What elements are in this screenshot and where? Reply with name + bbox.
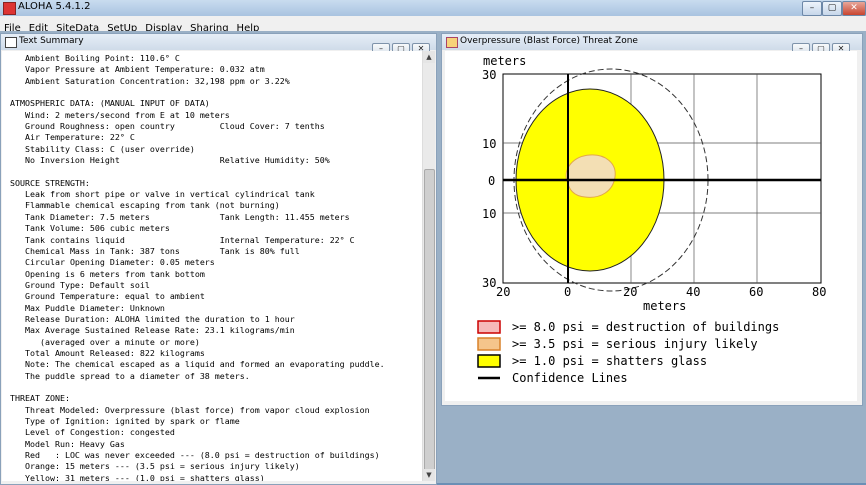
- summary-line: The puddle spread to a diameter of 38 me…: [10, 370, 250, 381]
- text-summary-content: Ambient Boiling Point: 110.6° C Vapor Pr…: [2, 51, 422, 481]
- y-unit-label: meters: [483, 54, 526, 68]
- app-titlebar: ALOHA 5.4.1.2 – ▢ ✕: [0, 0, 866, 16]
- app-title: ALOHA 5.4.1.2: [18, 1, 91, 12]
- y-tick-10-bottom: 10: [482, 207, 496, 221]
- summary-line: Note: The chemical escaped as a liquid a…: [10, 359, 385, 370]
- x-tick-20: 20: [623, 285, 637, 299]
- text-summary-text: Ambient Boiling Point: 110.6° C Vapor Pr…: [2, 51, 422, 481]
- legend-label-orange: >= 3.5 psi = serious injury likely: [512, 337, 758, 351]
- maximize-button[interactable]: ▢: [822, 1, 842, 16]
- threat-zone-window: Overpressure (Blast Force) Threat Zone –…: [441, 33, 863, 406]
- text-summary-window: Text Summary – ▢ ✕ Ambient Boiling Point: …: [0, 33, 437, 485]
- orange-zone: [565, 154, 616, 198]
- text-summary-title: Text Summary: [19, 36, 84, 46]
- y-tick-0: 0: [488, 174, 495, 188]
- summary-line: Flammable chemical escaping from tank (n…: [10, 200, 280, 211]
- summary-line: [10, 166, 422, 177]
- summary-line: Wind: 2 meters/second from E at 10 meter…: [10, 109, 230, 120]
- x-tick-20-left: 20: [496, 285, 510, 299]
- summary-line: Max Puddle Diameter: Unknown: [10, 302, 165, 313]
- summary-line: [10, 382, 422, 393]
- summary-line: Ambient Saturation Concentration: 32,198…: [10, 75, 290, 86]
- legend-swatch-orange: [477, 337, 501, 351]
- summary-line: Ambient Boiling Point: 110.6° C: [10, 53, 180, 63]
- summary-line: Total Amount Released: 822 kilograms: [10, 347, 205, 358]
- legend-label-yellow: >= 1.0 psi = shatters glass: [512, 354, 707, 368]
- x-tick-0: 0: [564, 285, 571, 299]
- minimize-button[interactable]: –: [802, 1, 822, 16]
- summary-line: [10, 87, 422, 98]
- x-tick-40: 40: [686, 285, 700, 299]
- summary-line: Red : LOC was never exceeded --- (8.0 ps…: [10, 450, 380, 461]
- summary-line: Tank Volume: 506 cubic meters: [10, 223, 170, 234]
- summary-line: THREAT ZONE:: [10, 393, 70, 404]
- summary-line: Stability Class: C (user override): [10, 143, 195, 154]
- threat-zone-icon: [446, 37, 458, 48]
- x-unit-label: meters: [643, 299, 686, 313]
- summary-line: Tank Diameter: 7.5 meters Tank Length: 1…: [10, 211, 350, 222]
- summary-line: Release Duration: ALOHA limited the dura…: [10, 313, 295, 324]
- summary-line: SOURCE STRENGTH:: [10, 177, 90, 188]
- threat-zone-plot: meters meters 30 10 0 10 30 20 0 20 40 6…: [477, 54, 826, 385]
- close-button[interactable]: ✕: [842, 1, 866, 16]
- summary-line: Vapor Pressure at Ambient Temperature: 0…: [10, 64, 265, 75]
- summary-line: Type of Ignition: ignited by spark or fl…: [10, 416, 240, 426]
- legend-label-red: >= 8.0 psi = destruction of buildings: [512, 320, 779, 334]
- summary-line: Level of Congestion: congested: [10, 427, 175, 438]
- y-tick-30-top: 30: [482, 68, 496, 82]
- summary-line: Chemical Mass in Tank: 387 tons Tank is …: [10, 245, 300, 256]
- summary-line: ATMOSPHERIC DATA: (MANUAL INPUT OF DATA): [10, 98, 210, 109]
- summary-line: Circular Opening Diameter: 0.05 meters: [10, 257, 215, 268]
- legend-swatch-red: [477, 320, 501, 334]
- y-tick-30-bottom: 30: [482, 276, 496, 290]
- summary-line: Ground Roughness: open country Cloud Cov…: [10, 121, 325, 132]
- summary-line: Ground Type: Default soil: [10, 279, 150, 290]
- menu-bar: File Edit SiteData SetUp Display Sharing Help: [0, 16, 866, 34]
- summary-line: Tank contains liquid Internal Temperatur…: [10, 234, 355, 245]
- summary-line: Model Run: Heavy Gas: [10, 438, 125, 449]
- threat-zone-titlebar[interactable]: Overpressure (Blast Force) Threat Zone –…: [442, 34, 862, 56]
- summary-line: Leak from short pipe or valve in vertica…: [10, 189, 315, 200]
- summary-line: Max Average Sustained Release Rate: 23.1…: [10, 325, 295, 336]
- summary-line: Yellow: 31 meters --- (1.0 psi = shatter…: [10, 472, 265, 481]
- x-tick-80: 80: [812, 285, 826, 299]
- summary-line: No Inversion Height Relative Humidity: 5…: [10, 155, 330, 166]
- scroll-down-arrow-icon[interactable]: ▼: [423, 469, 435, 481]
- summary-line: Opening is 6 meters from tank bottom: [10, 268, 205, 279]
- y-tick-10-top: 10: [482, 137, 496, 151]
- threat-zone-title: Overpressure (Blast Force) Threat Zone: [460, 36, 638, 46]
- summary-line: (averaged over a minute or more): [10, 336, 200, 347]
- document-icon: [5, 37, 17, 48]
- scroll-thumb[interactable]: [424, 169, 435, 471]
- summary-line: Threat Modeled: Overpressure (blast forc…: [10, 404, 370, 415]
- threat-zone-plot-area: meters meters 30 10 0 10 30 20 0 20 40 6…: [445, 51, 857, 401]
- text-summary-scrollbar[interactable]: ▲ ▼: [422, 51, 435, 481]
- text-summary-titlebar[interactable]: Text Summary – ▢ ✕: [1, 34, 436, 56]
- summary-line: Air Temperature: 22° C: [10, 132, 135, 143]
- app-icon: [3, 2, 16, 15]
- x-tick-60: 60: [749, 285, 763, 299]
- summary-line: Ground Temperature: equal to ambient: [10, 291, 205, 302]
- legend-swatch-yellow: [477, 354, 501, 368]
- legend-label-confidence: Confidence Lines: [512, 371, 628, 385]
- summary-line: Orange: 15 meters --- (3.5 psi = serious…: [10, 461, 300, 472]
- scroll-up-arrow-icon[interactable]: ▲: [423, 51, 435, 63]
